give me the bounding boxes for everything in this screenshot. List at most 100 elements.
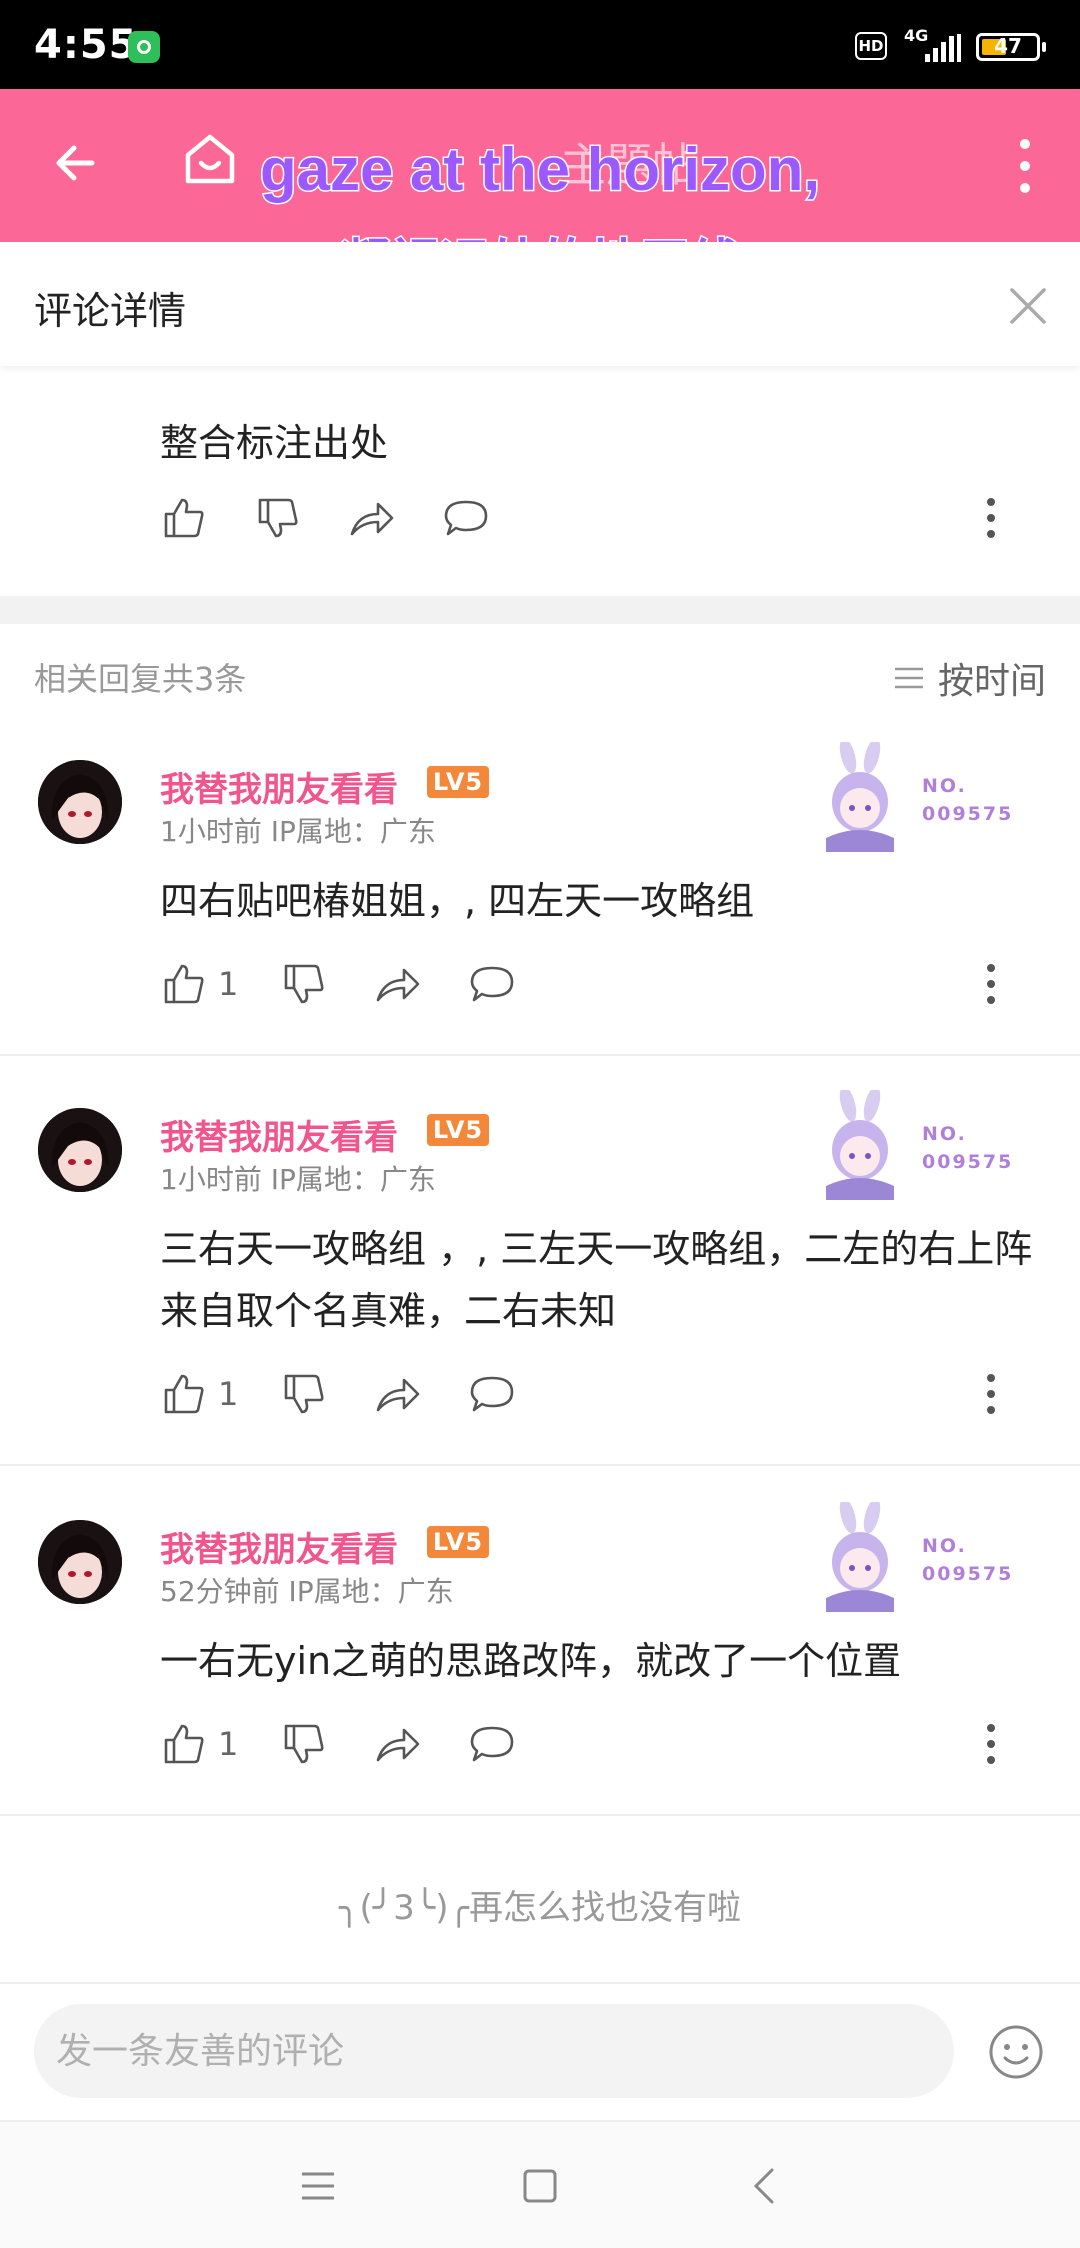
replies-header: 相关回复共3条 按时间 xyxy=(0,624,1080,724)
close-icon[interactable] xyxy=(1004,282,1052,330)
reply-meta: 1小时前 IP属地：广东 xyxy=(160,815,436,848)
thumbs-down-icon xyxy=(284,1724,324,1764)
comment-bubble-icon xyxy=(470,1376,514,1412)
reply-username[interactable]: 我替我朋友看看 xyxy=(160,1522,398,1571)
comment-bubble-icon xyxy=(470,1726,514,1762)
share-button[interactable] xyxy=(374,1366,422,1422)
battery-level: 47 xyxy=(994,34,1022,58)
reply-divider xyxy=(0,1464,1080,1466)
fan-badge-value: 009575 xyxy=(922,1151,1014,1173)
share-button[interactable] xyxy=(348,490,396,546)
fan-badge-icon xyxy=(826,742,894,852)
status-time: 4:55 xyxy=(34,22,138,68)
home-nav-icon[interactable] xyxy=(516,2162,564,2210)
reply-divider xyxy=(0,1054,1080,1056)
share-arrow-icon xyxy=(376,968,420,1002)
level-badge: LV5 xyxy=(427,1526,489,1558)
dislike-button[interactable] xyxy=(280,1716,328,1772)
fan-badge-value: 009575 xyxy=(922,803,1014,825)
fan-badge-value: 009575 xyxy=(922,1563,1014,1585)
no-more-text: ╮(╯3╰)╭再怎么找也没有啦 xyxy=(338,1888,742,1928)
reply-meta: 52分钟前 IP属地：广东 xyxy=(160,1575,454,1608)
dislike-button[interactable] xyxy=(254,490,302,546)
hd-icon: HD xyxy=(855,32,887,60)
avatar[interactable] xyxy=(38,1108,122,1192)
avatar-image xyxy=(38,1108,122,1192)
system-nav-bar xyxy=(0,2120,1080,2248)
like-count: 1 xyxy=(218,1375,239,1413)
fan-badge-number: NO. 009575 xyxy=(922,772,1013,828)
status-bar: 4:55 HD 4G 47 xyxy=(0,0,1080,89)
header-title: 评论详情 xyxy=(34,289,187,333)
comment-bubble-icon xyxy=(444,500,488,536)
reply-text: 三右天一攻略组 ，, 三左天一攻略组，二左的右上阵来自取个名真难，二右未知 xyxy=(160,1227,1033,1333)
fan-badge-icon xyxy=(826,1502,894,1612)
reply-button[interactable] xyxy=(468,1366,516,1422)
avatar[interactable] xyxy=(38,760,122,844)
thumbs-down-icon xyxy=(284,1374,324,1414)
avatar[interactable] xyxy=(38,1520,122,1604)
share-button[interactable] xyxy=(374,1716,422,1772)
like-count: 1 xyxy=(218,1725,239,1763)
reply-actions: 1 xyxy=(160,1716,1040,1772)
reply-button[interactable] xyxy=(468,956,516,1012)
comment-detail-header: 评论详情 xyxy=(0,242,1080,366)
avatar-image xyxy=(38,1520,122,1604)
comment-input-wrapper xyxy=(34,2004,954,2098)
share-arrow-icon xyxy=(350,502,394,536)
comment-input[interactable] xyxy=(56,2004,936,2098)
like-count: 1 xyxy=(218,965,239,1003)
section-divider xyxy=(0,596,1080,624)
dislike-button[interactable] xyxy=(280,1366,328,1422)
like-button[interactable]: 1 xyxy=(160,956,238,1012)
thumbs-up-icon xyxy=(164,1724,204,1764)
comment-more-icon[interactable] xyxy=(984,494,1000,542)
thumbs-up-icon xyxy=(164,498,204,538)
reply-more-icon[interactable] xyxy=(984,1720,1000,1768)
input-divider xyxy=(0,1982,1080,1984)
fan-badge-number: NO. 009575 xyxy=(922,1120,1013,1176)
reply-username[interactable]: 我替我朋友看看 xyxy=(160,762,398,811)
thumbs-up-icon xyxy=(164,964,204,1004)
reply-meta: 1小时前 IP属地：广东 xyxy=(160,1163,436,1196)
reply-text: 一右无yin之萌的思路改阵，就改了一个位置 xyxy=(160,1639,902,1683)
fan-badge-label: NO. xyxy=(922,1123,967,1145)
level-badge: LV5 xyxy=(427,766,489,798)
back-nav-icon[interactable] xyxy=(742,2162,790,2210)
fan-badge-number: NO. 009575 xyxy=(922,1532,1013,1588)
fan-badge-label: NO. xyxy=(922,775,967,797)
reply-button[interactable] xyxy=(468,1716,516,1772)
share-arrow-icon xyxy=(376,1378,420,1412)
like-button[interactable]: 1 xyxy=(160,1716,238,1772)
reply-button[interactable] xyxy=(442,490,490,546)
sort-label: 按时间 xyxy=(937,661,1046,702)
reply-divider xyxy=(0,1814,1080,1816)
thumbs-down-icon xyxy=(258,498,298,538)
reply-more-icon[interactable] xyxy=(984,960,1000,1008)
thumbs-down-icon xyxy=(284,964,324,1004)
share-button[interactable] xyxy=(374,956,422,1012)
signal-icon xyxy=(925,34,961,62)
like-button[interactable]: 1 xyxy=(160,1366,238,1422)
share-arrow-icon xyxy=(376,1728,420,1762)
sort-by-time-button[interactable]: 按时间 xyxy=(892,652,1046,704)
reply-more-icon[interactable] xyxy=(984,1370,1000,1418)
original-comment-text: 整合标注出处 xyxy=(160,421,389,465)
reply-actions: 1 xyxy=(160,1366,1040,1422)
reply-actions: 1 xyxy=(160,956,1040,1012)
sort-list-icon xyxy=(894,667,923,689)
app-notification-icon xyxy=(128,31,160,63)
fan-badge-icon xyxy=(826,1090,894,1200)
overlay-caption-line1: gaze at the horizon, xyxy=(258,135,821,205)
original-comment-actions xyxy=(160,490,1040,546)
reply-username[interactable]: 我替我朋友看看 xyxy=(160,1110,398,1159)
emoji-icon[interactable] xyxy=(988,2024,1044,2080)
recent-apps-icon[interactable] xyxy=(294,2162,342,2210)
dislike-button[interactable] xyxy=(280,956,328,1012)
thumbs-up-icon xyxy=(164,1374,204,1414)
like-button[interactable] xyxy=(160,490,208,546)
avatar-image xyxy=(38,760,122,844)
level-badge: LV5 xyxy=(427,1114,489,1146)
comment-bubble-icon xyxy=(470,966,514,1002)
reply-count: 相关回复共3条 xyxy=(34,660,247,698)
